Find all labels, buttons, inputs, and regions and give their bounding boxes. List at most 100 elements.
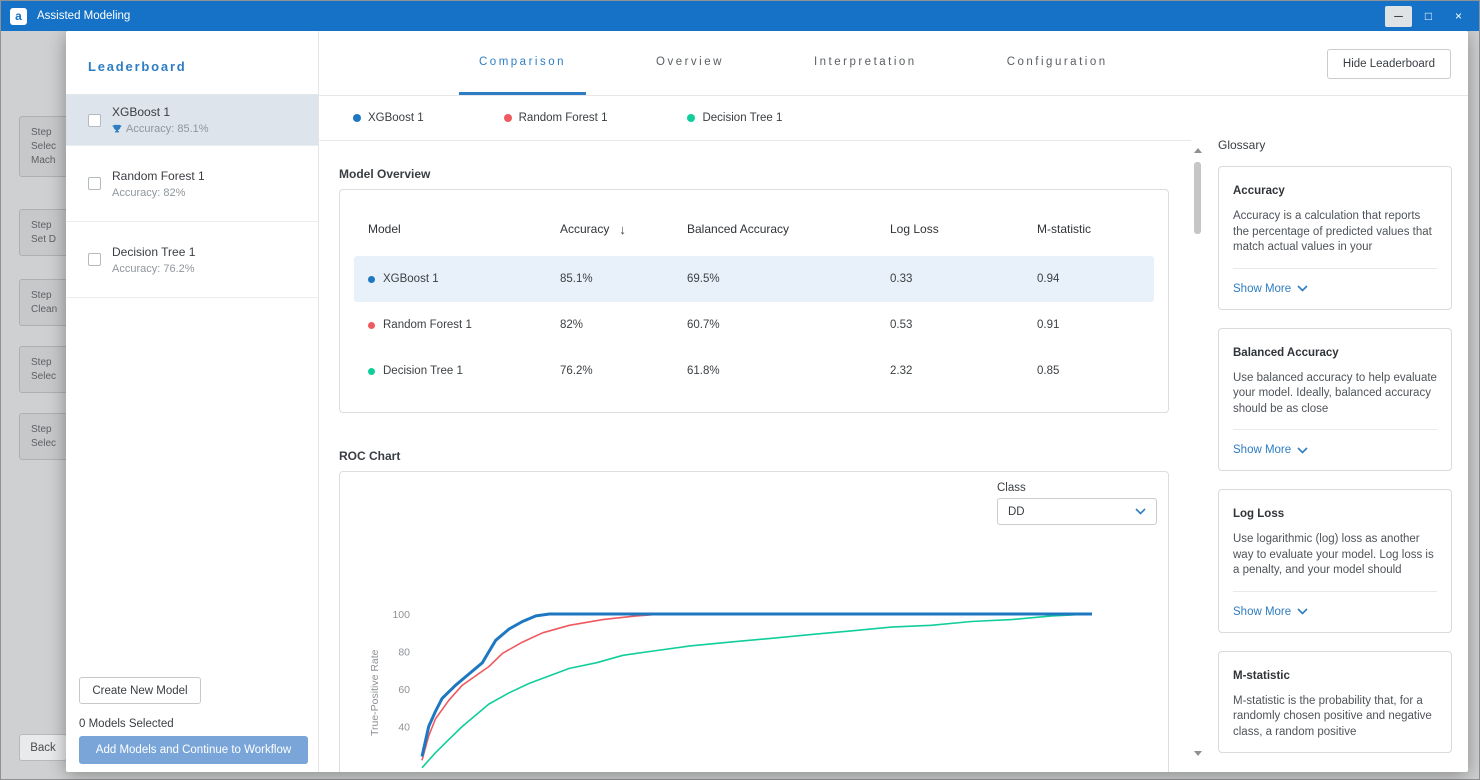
table-row-xgboost[interactable]: XGBoost 1 85.1% 69.5% 0.33 0.94 — [354, 256, 1154, 302]
cell-log-loss: 0.53 — [890, 319, 1037, 331]
svg-text:60: 60 — [398, 684, 410, 696]
scroll-up-arrow[interactable] — [1194, 148, 1202, 153]
leaderboard-title: Leaderboard — [66, 31, 318, 94]
vertical-scrollbar[interactable] — [1191, 96, 1204, 772]
series-color-dot — [368, 322, 375, 329]
glossary-card-balanced-accuracy: Balanced Accuracy Use balanced accuracy … — [1218, 328, 1452, 472]
comparison-content: XGBoost 1 Random Forest 1 Decision Tree … — [319, 96, 1191, 772]
cell-log-loss: 0.33 — [890, 273, 1037, 285]
back-button: Back — [19, 734, 67, 761]
column-header-log-loss[interactable]: Log Loss — [890, 222, 1037, 236]
tab-interpretation[interactable]: Interpretation — [794, 31, 937, 95]
tab-bar: Comparison Overview Interpretation Confi… — [319, 31, 1468, 96]
models-selected-count: 0 Models Selected — [79, 718, 174, 730]
minimize-icon: ─ — [1394, 9, 1403, 23]
glossary-text: M-statistic is the probability that, for… — [1233, 694, 1437, 741]
cell-accuracy: 82% — [560, 319, 687, 331]
column-header-balanced-accuracy[interactable]: Balanced Accuracy — [687, 222, 890, 236]
hide-leaderboard-button[interactable]: Hide Leaderboard — [1327, 49, 1451, 79]
model-list: XGBoost 1 Accuracy: 85.1% Random Forest … — [66, 94, 318, 298]
model-accuracy: Accuracy: 82% — [112, 187, 185, 199]
glossary-title: Glossary — [1218, 138, 1452, 152]
maximize-icon: □ — [1425, 9, 1432, 23]
tabs: Comparison Overview Interpretation Confi… — [459, 31, 1128, 95]
title-bar: a Assisted Modeling ─ □ × — [1, 1, 1479, 31]
legend-item-xgboost[interactable]: XGBoost 1 — [353, 112, 424, 124]
table-row-decision-tree[interactable]: Decision Tree 1 76.2% 61.8% 2.32 0.85 — [354, 348, 1154, 394]
close-icon: × — [1455, 9, 1462, 23]
model-item-random-forest[interactable]: Random Forest 1 Accuracy: 82% — [66, 146, 318, 222]
glossary-panel: Glossary Accuracy Accuracy is a calculat… — [1204, 96, 1468, 772]
legend-label: Decision Tree 1 — [702, 112, 782, 124]
svg-text:True-Positive Rate: True-Positive Rate — [369, 649, 381, 736]
show-more-link[interactable]: Show More — [1233, 606, 1308, 618]
tab-comparison[interactable]: Comparison — [459, 31, 586, 95]
legend-item-decision-tree[interactable]: Decision Tree 1 — [687, 112, 782, 124]
cell-m-statistic: 0.85 — [1037, 365, 1154, 377]
add-models-continue-button[interactable]: Add Models and Continue to Workflow — [79, 736, 308, 764]
maximize-button[interactable]: □ — [1415, 6, 1442, 27]
svg-text:100: 100 — [392, 609, 410, 621]
cell-balanced-accuracy: 60.7% — [687, 319, 890, 331]
cell-model: Random Forest 1 — [354, 319, 560, 331]
column-label: Accuracy — [560, 222, 609, 236]
scrollbar-thumb[interactable] — [1194, 162, 1201, 234]
model-checkbox[interactable] — [88, 177, 101, 190]
svg-text:40: 40 — [398, 722, 410, 734]
chevron-down-icon — [1135, 508, 1146, 515]
main-area: Comparison Overview Interpretation Confi… — [319, 31, 1468, 772]
legend-label: XGBoost 1 — [368, 112, 424, 124]
cell-accuracy: 85.1% — [560, 273, 687, 285]
column-header-m-statistic[interactable]: M-statistic — [1037, 222, 1154, 236]
model-item-text: Random Forest 1 Accuracy: 82% — [112, 169, 205, 199]
class-select-value: DD — [1008, 506, 1025, 518]
glossary-card-log-loss: Log Loss Use logarithmic (log) loss as a… — [1218, 489, 1452, 633]
series-color-dot — [368, 368, 375, 375]
model-item-xgboost[interactable]: XGBoost 1 Accuracy: 85.1% — [66, 94, 318, 146]
glossary-card-m-statistic: M-statistic M-statistic is the probabili… — [1218, 651, 1452, 754]
model-checkbox[interactable] — [88, 253, 101, 266]
scroll-down-arrow[interactable] — [1194, 751, 1202, 756]
cell-model: Decision Tree 1 — [354, 365, 560, 377]
show-more-link[interactable]: Show More — [1233, 283, 1308, 295]
trophy-icon — [112, 124, 122, 134]
column-header-model[interactable]: Model — [354, 222, 560, 236]
glossary-term: Accuracy — [1233, 185, 1437, 197]
model-name: XGBoost 1 — [112, 105, 209, 119]
glossary-text: Accuracy is a calculation that reports t… — [1233, 209, 1437, 256]
model-item-decision-tree[interactable]: Decision Tree 1 Accuracy: 76.2% — [66, 222, 318, 298]
tab-label: Interpretation — [814, 56, 917, 68]
create-new-model-button[interactable]: Create New Model — [79, 677, 201, 704]
column-header-accuracy[interactable]: Accuracy↓ — [560, 222, 687, 237]
table-row-random-forest[interactable]: Random Forest 1 82% 60.7% 0.53 0.91 — [354, 302, 1154, 348]
series-color-dot — [353, 114, 361, 122]
model-item-text: Decision Tree 1 Accuracy: 76.2% — [112, 245, 195, 275]
series-color-dot — [687, 114, 695, 122]
series-color-dot — [368, 276, 375, 283]
minimize-button[interactable]: ─ — [1385, 6, 1412, 27]
class-select[interactable]: DD — [997, 498, 1157, 525]
model-accuracy: Accuracy: 76.2% — [112, 263, 195, 275]
model-overview-title: Model Overview — [339, 167, 1169, 181]
glossary-term: Balanced Accuracy — [1233, 347, 1437, 359]
model-name: Decision Tree 1 — [112, 245, 195, 259]
series-color-dot — [504, 114, 512, 122]
model-checkbox[interactable] — [88, 114, 101, 127]
close-button[interactable]: × — [1445, 6, 1472, 27]
cell-model-name: XGBoost 1 — [383, 273, 439, 285]
column-label: Model — [368, 222, 401, 236]
model-name: Random Forest 1 — [112, 169, 205, 183]
show-more-label: Show More — [1233, 444, 1291, 456]
cell-m-statistic: 0.91 — [1037, 319, 1154, 331]
glossary-card-accuracy: Accuracy Accuracy is a calculation that … — [1218, 166, 1452, 310]
roc-chart-card: Class DD 406080100True-Positive Rate — [339, 471, 1169, 772]
tab-overview[interactable]: Overview — [636, 31, 744, 95]
show-more-link[interactable]: Show More — [1233, 444, 1308, 456]
app-window: a Assisted Modeling ─ □ × Step Selec Mac… — [0, 0, 1480, 780]
legend-item-random-forest[interactable]: Random Forest 1 — [504, 112, 608, 124]
tab-label: Configuration — [1007, 56, 1108, 68]
legend-label: Random Forest 1 — [519, 112, 608, 124]
tab-configuration[interactable]: Configuration — [987, 31, 1128, 95]
class-label: Class — [997, 482, 1157, 494]
cell-m-statistic: 0.94 — [1037, 273, 1154, 285]
